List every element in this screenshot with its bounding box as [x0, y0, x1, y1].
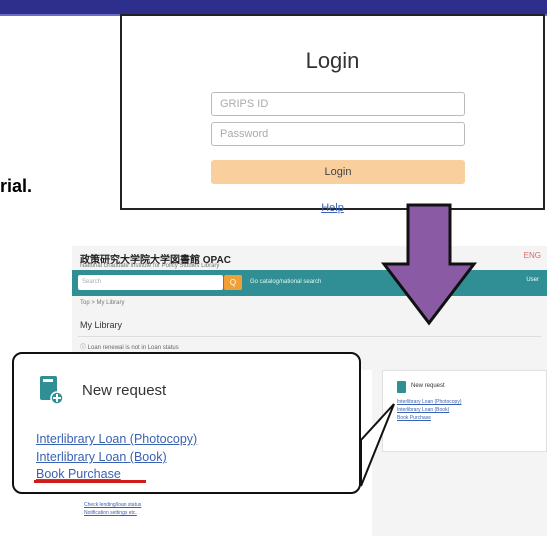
ill-photocopy-link[interactable]: Interlibrary Loan (Photocopy)	[36, 432, 197, 446]
down-arrow-icon	[380, 203, 478, 326]
new-request-title: New request	[82, 382, 167, 399]
new-request-callout: New request Interlibrary Loan (Photocopy…	[12, 352, 361, 494]
highlight-underline	[34, 480, 146, 483]
book-purchase-link[interactable]: Book Purchase	[36, 467, 121, 481]
book-plus-icon	[40, 376, 64, 405]
ill-book-link[interactable]: Interlibrary Loan (Book)	[36, 450, 167, 464]
